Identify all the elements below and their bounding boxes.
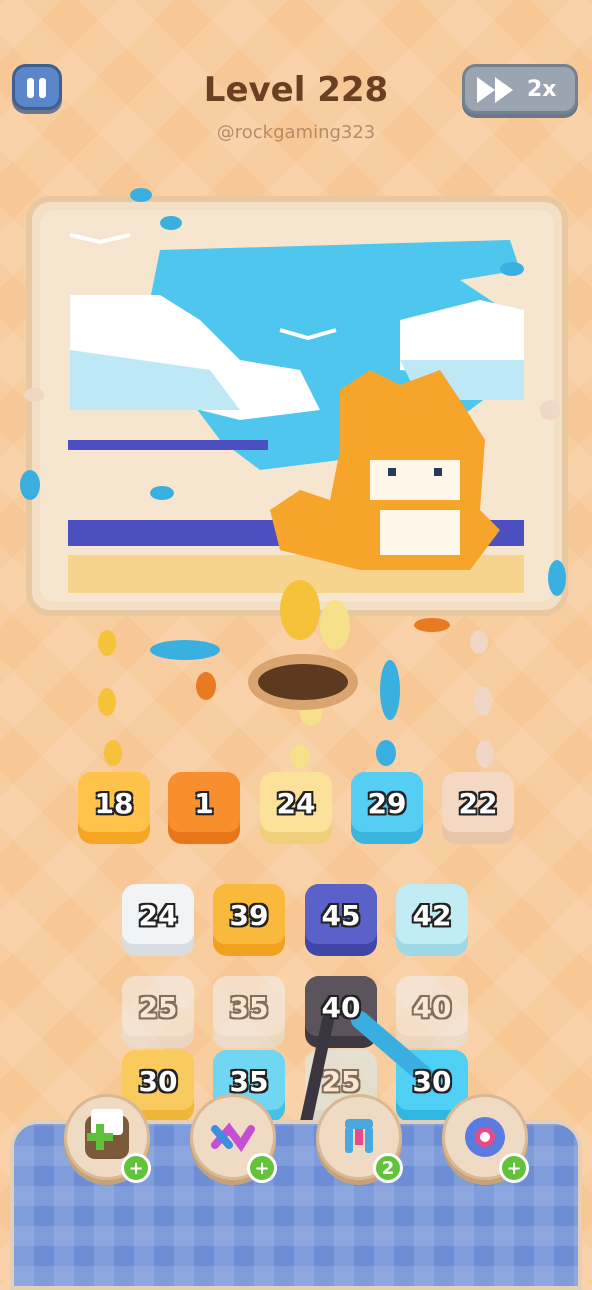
ant-blue: [20, 470, 40, 500]
add-badge: +: [121, 1153, 151, 1183]
queue-slot-2[interactable]: 1: [168, 772, 240, 844]
cat-belly: [380, 510, 460, 555]
queue-count: 1: [194, 786, 214, 820]
ant-cream: [476, 740, 494, 768]
ant-nest-hole: [258, 664, 348, 700]
ant-blue: [380, 660, 400, 720]
creator-handle: @rockgaming323: [216, 122, 376, 143]
ant-orange: [196, 672, 216, 700]
speed-button[interactable]: 2x: [462, 64, 578, 114]
ant-blue: [376, 740, 396, 766]
box-count: 35: [229, 990, 269, 1024]
ant-cream: [24, 388, 44, 402]
ant-yellow: [98, 630, 116, 656]
pixel-art-canvas: [40, 210, 554, 602]
sea-stripe-top: [68, 440, 268, 450]
freeze-powerup[interactable]: +: [442, 1094, 529, 1183]
grid-box[interactable]: 39: [213, 884, 285, 956]
queue-count: 29: [367, 786, 407, 820]
box-plus-icon: [85, 1109, 129, 1159]
ant-yellow: [104, 740, 122, 766]
ant-blue: [150, 486, 174, 500]
ant-cream: [540, 400, 560, 420]
ant-blue: [130, 188, 152, 202]
box-count: 24: [138, 898, 178, 932]
cat-eye-right: [434, 468, 442, 476]
queue-slot-1[interactable]: 18: [78, 772, 150, 844]
ant-blue: [160, 216, 182, 230]
ant-yellow: [300, 700, 322, 726]
ant-yellow: [98, 688, 116, 716]
add-box-powerup[interactable]: +: [64, 1094, 151, 1183]
queue-slot-3[interactable]: 24: [260, 772, 332, 844]
grid-box-locked: 35: [213, 976, 285, 1048]
ant-yellow: [280, 580, 320, 640]
box-count: 35: [229, 1064, 269, 1098]
ant-cream: [474, 686, 492, 716]
sea-stripe: [68, 520, 288, 546]
add-badge: +: [499, 1153, 529, 1183]
grid-box-locked: 25: [122, 976, 194, 1048]
grid-box[interactable]: 45: [305, 884, 377, 956]
speed-label: 2x: [527, 77, 557, 102]
box-count: 39: [229, 898, 269, 932]
cat-eye-left: [388, 468, 396, 476]
ant-blue: [500, 262, 524, 276]
queue-count: 22: [458, 786, 498, 820]
box-count: 45: [321, 898, 361, 932]
queue-count: 24: [276, 786, 316, 820]
pixel-art-picture: [40, 210, 554, 602]
add-badge: +: [247, 1153, 277, 1183]
ant-cream: [470, 630, 488, 654]
ant-orange: [414, 618, 450, 632]
shuffle-icon: [211, 1122, 255, 1153]
box-count: 25: [138, 990, 178, 1024]
box-count: 30: [138, 1064, 178, 1098]
cat-face-white: [370, 460, 460, 500]
queue-slot-4[interactable]: 29: [351, 772, 423, 844]
ant-yellow: [290, 745, 310, 769]
ant-blue: [150, 640, 220, 660]
ant-blue: [548, 560, 566, 596]
box-count: 40: [321, 990, 361, 1024]
ant-cream: [320, 600, 350, 650]
queue-count: 18: [94, 786, 134, 820]
count-badge: 2: [373, 1153, 403, 1183]
magnet-powerup[interactable]: 2: [316, 1094, 403, 1183]
fast-forward-icon: [477, 77, 513, 103]
grid-box[interactable]: 24: [122, 884, 194, 956]
box-count: 30: [412, 1064, 452, 1098]
magnet-icon: [345, 1119, 373, 1153]
grid-box[interactable]: 42: [396, 884, 468, 956]
box-count: 42: [412, 898, 452, 932]
queue-slot-5[interactable]: 22: [442, 772, 514, 844]
shuffle-powerup[interactable]: +: [190, 1094, 277, 1183]
flower-icon: [465, 1117, 505, 1157]
